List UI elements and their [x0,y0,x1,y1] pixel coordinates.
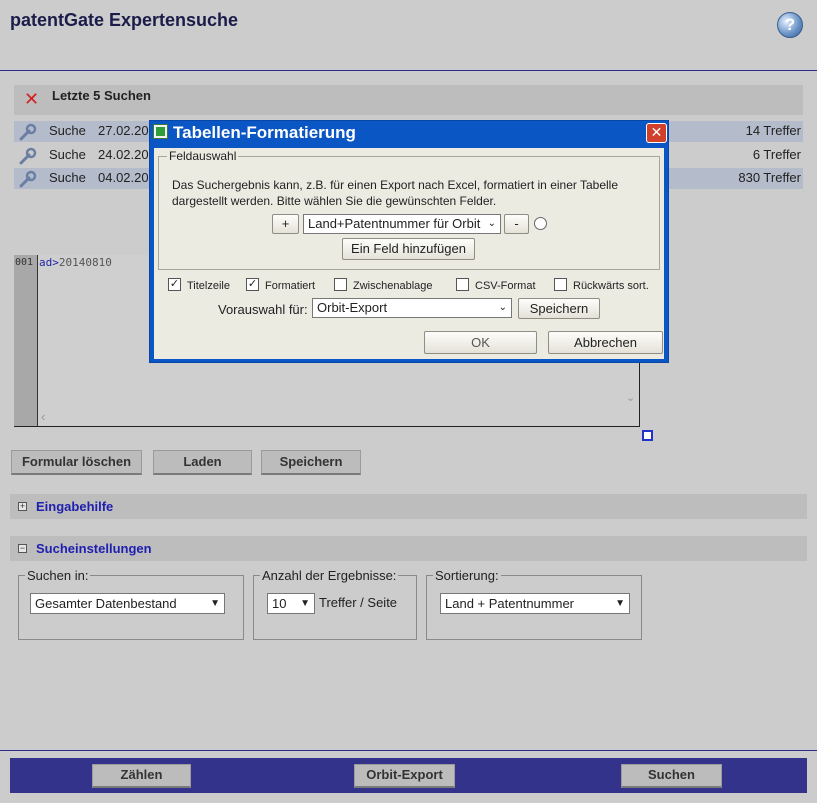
preset-label: Vorauswahl für: [218,302,308,317]
field-radio[interactable] [534,217,547,230]
collapse-icon[interactable]: − [18,544,27,553]
reverse-sort-checkbox[interactable] [554,278,567,291]
recent-searches-header: ✕ Letzte 5 Suchen [14,85,803,115]
chevron-down-icon: ▼ [615,598,625,609]
load-button[interactable]: Laden [153,450,252,475]
sort-value: Land + Patentnummer [445,596,574,611]
remove-field-button[interactable]: - [504,214,529,234]
formatiert-checkbox[interactable]: ✓ [246,278,259,291]
recent-search-count: 830 Treffer [738,170,801,185]
search-button[interactable]: Suchen [621,764,722,788]
close-icon[interactable]: ✕ [646,123,667,143]
cancel-button[interactable]: Abbrechen [548,331,663,354]
add-field-plus-button[interactable]: + [272,214,299,234]
recent-search-type: Suche [49,123,86,138]
search-settings-label[interactable]: Sucheinstellungen [36,541,152,556]
preset-save-button[interactable]: Speichern [518,298,600,319]
clear-history-icon[interactable]: ✕ [24,89,39,110]
footer-divider [0,750,817,751]
titelzeile-label: Titelzeile [187,280,230,292]
chevron-down-icon: ▼ [210,598,220,609]
editor-line-number: 001 [15,257,34,268]
recent-search-type: Suche [49,147,86,162]
recent-search-type: Suche [49,170,86,185]
table-format-dialog: Tabellen-Formatierung ✕ Feldauswahl Das … [149,120,669,363]
dialog-title: Tabellen-Formatierung [173,123,356,142]
reverse-sort-label: Rückwärts sort. [573,280,649,292]
results-count-legend: Anzahl der Ergebnisse: [260,568,399,583]
recent-search-date: 27.02.20 [98,123,149,138]
question-icon[interactable]: ? [777,12,803,38]
chevron-down-icon: ⌄ [487,218,496,229]
expand-icon[interactable]: + [18,502,27,511]
recent-search-count: 6 Treffer [752,147,801,162]
field-select-value: Land+Patentnummer für Orbit [308,216,481,231]
preset-select[interactable]: Orbit-Export ⌄ [312,298,512,318]
input-help-section[interactable]: + Eingabehilfe [10,494,807,519]
results-count-select[interactable]: 10 ▼ [267,593,315,614]
sort-group: Sortierung: Land + Patentnummer ▼ [426,568,642,640]
save-button[interactable]: Speichern [261,450,361,475]
query-value: 20140810 [58,256,112,269]
field-select[interactable]: Land+Patentnummer für Orbit ⌄ [303,214,501,234]
count-button[interactable]: Zählen [92,764,191,788]
editor-resize-handle[interactable] [642,430,653,441]
chevron-down-icon: ▼ [300,598,310,609]
chevron-down-icon: ⌄ [498,302,507,313]
results-count-group: Anzahl der Ergebnisse: 10 ▼ Treffer / Se… [253,568,417,640]
clear-form-button[interactable]: Formular löschen [11,450,142,475]
input-help-label[interactable]: Eingabehilfe [36,499,113,514]
search-in-select[interactable]: Gesamter Datenbestand ▼ [30,593,225,614]
ok-button[interactable]: OK [424,331,537,354]
preset-value: Orbit-Export [317,300,388,315]
field-selection-legend: Feldauswahl [167,149,239,163]
footer-bar: Zählen Orbit-Export Suchen [10,758,807,793]
query-keyword: ad> [39,256,59,269]
results-count-value: 10 [272,596,287,611]
zwischenablage-label: Zwischenablage [353,280,433,292]
formatiert-label: Formatiert [265,280,316,292]
wrench-icon[interactable] [18,147,38,165]
recent-search-count: 14 Treffer [745,123,801,138]
results-per-page-label: Treffer / Seite [319,595,398,610]
search-in-group: Suchen in: Gesamter Datenbestand ▼ [18,568,244,640]
dialog-titlebar[interactable]: Tabellen-Formatierung ✕ [150,121,668,145]
field-selection-description: Das Suchergebnis kann, z.B. für einen Ex… [172,178,619,208]
header-divider [0,70,817,71]
dialog-body: Feldauswahl Das Suchergebnis kann, z.B. … [154,148,664,359]
recent-search-date: 24.02.20 [98,147,149,162]
sort-select[interactable]: Land + Patentnummer ▼ [440,593,630,614]
editor-gutter-divider [37,255,38,426]
scroll-down-icon[interactable]: ⌄ [626,391,635,404]
csv-format-label: CSV-Format [475,280,536,292]
sort-legend: Sortierung: [433,568,501,583]
recent-search-date: 04.02.20 [98,170,149,185]
editor-horizontal-scrollbar[interactable]: ‹ [38,409,624,426]
csv-format-checkbox[interactable] [456,278,469,291]
editor-gutter: 001 [14,255,37,426]
field-selection-group: Feldauswahl Das Suchergebnis kann, z.B. … [158,149,660,270]
titelzeile-checkbox[interactable]: ✓ [168,278,181,291]
recent-searches-title: Letzte 5 Suchen [52,88,151,103]
wrench-icon[interactable] [18,170,38,188]
table-icon [153,124,168,139]
editor-query-line[interactable]: ad>20140810 [39,256,112,269]
zwischenablage-checkbox[interactable] [334,278,347,291]
scroll-left-icon[interactable]: ‹ [41,409,45,424]
wrench-icon[interactable] [18,123,38,141]
app-title: patentGate Expertensuche [10,10,239,30]
add-field-button[interactable]: Ein Feld hinzufügen [342,238,475,260]
orbit-export-button[interactable]: Orbit-Export [354,764,455,788]
search-settings-section[interactable]: − Sucheinstellungen [10,536,807,561]
search-in-legend: Suchen in: [25,568,91,583]
search-in-value: Gesamter Datenbestand [35,596,177,611]
